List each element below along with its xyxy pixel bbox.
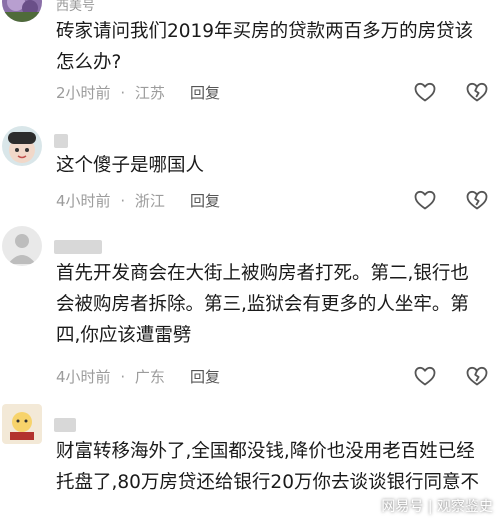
watermark: 网易号 | 观察鉴史 xyxy=(381,499,493,515)
meta-separator: · xyxy=(120,368,126,386)
heart-outline-icon[interactable] xyxy=(413,188,437,212)
comment-feed: 西美号 砖家请问我们2019年买房的贷款两百多万的房贷该怎么办? 2小时前 · … xyxy=(0,0,499,522)
comment-location: 浙江 xyxy=(134,192,165,210)
avatar[interactable] xyxy=(2,0,42,22)
comment-time: 4小时前 xyxy=(56,368,111,386)
comment-text: 财富转移海外了,全国都没钱,降价也没用老百姓已经托盘了,80万房贷还给银行20万… xyxy=(56,441,479,493)
comment-meta: 4小时前 · 浙江 xyxy=(56,190,165,211)
meta-separator: · xyxy=(120,84,126,102)
username[interactable] xyxy=(54,418,76,432)
avatar[interactable] xyxy=(2,404,42,444)
reply-button[interactable]: 回复 xyxy=(190,190,220,211)
comment-item: 西美号 砖家请问我们2019年买房的贷款两百多万的房贷该怎么办? 2小时前 · … xyxy=(0,0,499,112)
reply-button[interactable]: 回复 xyxy=(190,82,220,103)
comment-item: 这个傻子是哪国人 4小时前 · 浙江 回复 xyxy=(0,118,499,218)
reply-button[interactable]: 回复 xyxy=(190,366,220,387)
username[interactable]: 西美号 xyxy=(56,0,95,14)
username[interactable] xyxy=(54,134,68,148)
comment-meta: 2小时前 · 江苏 xyxy=(56,82,165,103)
username[interactable] xyxy=(54,240,102,254)
avatar[interactable] xyxy=(2,226,42,266)
heart-outline-icon[interactable] xyxy=(413,364,437,388)
heart-outline-icon[interactable] xyxy=(413,80,437,104)
comment-time: 2小时前 xyxy=(56,84,111,102)
meta-separator: · xyxy=(120,192,126,210)
comment-item: 首先开发商会在大街上被购房者打死。第二,银行也会被购房者拆除。第三,监狱会有更多… xyxy=(0,226,499,396)
broken-heart-outline-icon[interactable] xyxy=(465,80,489,104)
comment-location: 广东 xyxy=(134,368,165,386)
comment-time: 4小时前 xyxy=(56,192,111,210)
broken-heart-outline-icon[interactable] xyxy=(465,364,489,388)
broken-heart-outline-icon[interactable] xyxy=(465,188,489,212)
comment-meta: 4小时前 · 广东 xyxy=(56,366,165,387)
comment-text: 首先开发商会在大街上被购房者打死。第二,银行也会被购房者拆除。第三,监狱会有更多… xyxy=(56,263,469,346)
comment-location: 江苏 xyxy=(134,84,165,102)
comment-text: 砖家请问我们2019年买房的贷款两百多万的房贷该怎么办? xyxy=(56,21,474,73)
avatar[interactable] xyxy=(2,126,42,166)
comment-text: 这个傻子是哪国人 xyxy=(56,155,205,176)
